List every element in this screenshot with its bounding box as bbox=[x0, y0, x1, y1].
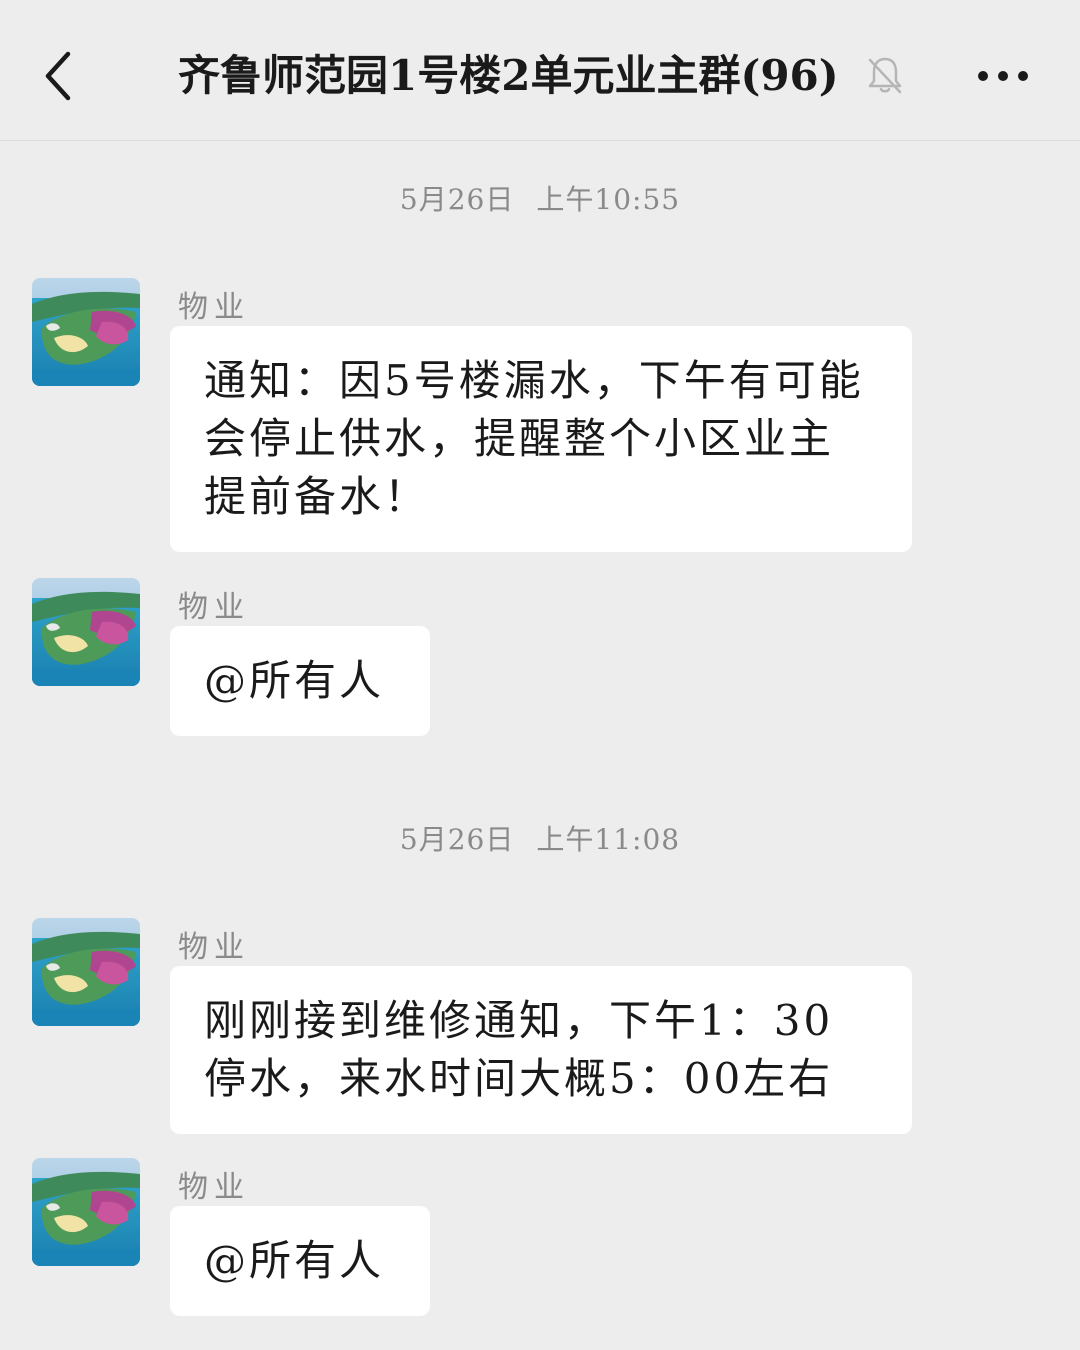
sender-name: 物业 bbox=[178, 930, 250, 965]
message-bubble[interactable]: 通知：因5号楼漏水，下午有可能会停止供水，提醒整个小区业主提前备水！ bbox=[170, 326, 912, 552]
timestamp-date: 5月26日 bbox=[399, 823, 515, 856]
chat-header: 齐鲁师范园1号楼2单元业主群(96) bbox=[0, 0, 1080, 141]
sender-name: 物业 bbox=[178, 290, 250, 325]
message-text: 刚刚接到维修通知，下午1：30停水，来水时间大概5：00左右 bbox=[204, 996, 834, 1103]
avatar[interactable] bbox=[32, 578, 140, 686]
more-button[interactable] bbox=[970, 58, 1036, 94]
avatar[interactable] bbox=[32, 278, 140, 386]
message-bubble[interactable]: @所有人 bbox=[170, 1206, 430, 1316]
sender-name: 物业 bbox=[178, 590, 250, 625]
message-text: @所有人 bbox=[204, 656, 385, 705]
timestamp: 5月26日 上午10:55 bbox=[0, 178, 1080, 218]
timestamp-date: 5月26日 bbox=[399, 183, 515, 216]
back-button[interactable] bbox=[38, 48, 82, 104]
chevron-left-icon bbox=[45, 51, 71, 101]
sender-name: 物业 bbox=[178, 1170, 250, 1205]
bell-off-icon bbox=[864, 54, 906, 96]
message-bubble[interactable]: @所有人 bbox=[170, 626, 430, 736]
message-bubble[interactable]: 刚刚接到维修通知，下午1：30停水，来水时间大概5：00左右 bbox=[170, 966, 912, 1134]
timestamp: 5月26日 上午11:08 bbox=[0, 818, 1080, 858]
message-text: 通知：因5号楼漏水，下午有可能会停止供水，提醒整个小区业主提前备水！ bbox=[204, 356, 864, 521]
avatar[interactable] bbox=[32, 918, 140, 1026]
timestamp-time: 上午11:08 bbox=[536, 823, 681, 856]
message-text: @所有人 bbox=[204, 1236, 385, 1285]
chat-title: 齐鲁师范园1号楼2单元业主群(96) bbox=[178, 51, 839, 100]
timestamp-time: 上午10:55 bbox=[536, 183, 681, 216]
more-dots-icon bbox=[978, 71, 1028, 81]
avatar[interactable] bbox=[32, 1158, 140, 1266]
